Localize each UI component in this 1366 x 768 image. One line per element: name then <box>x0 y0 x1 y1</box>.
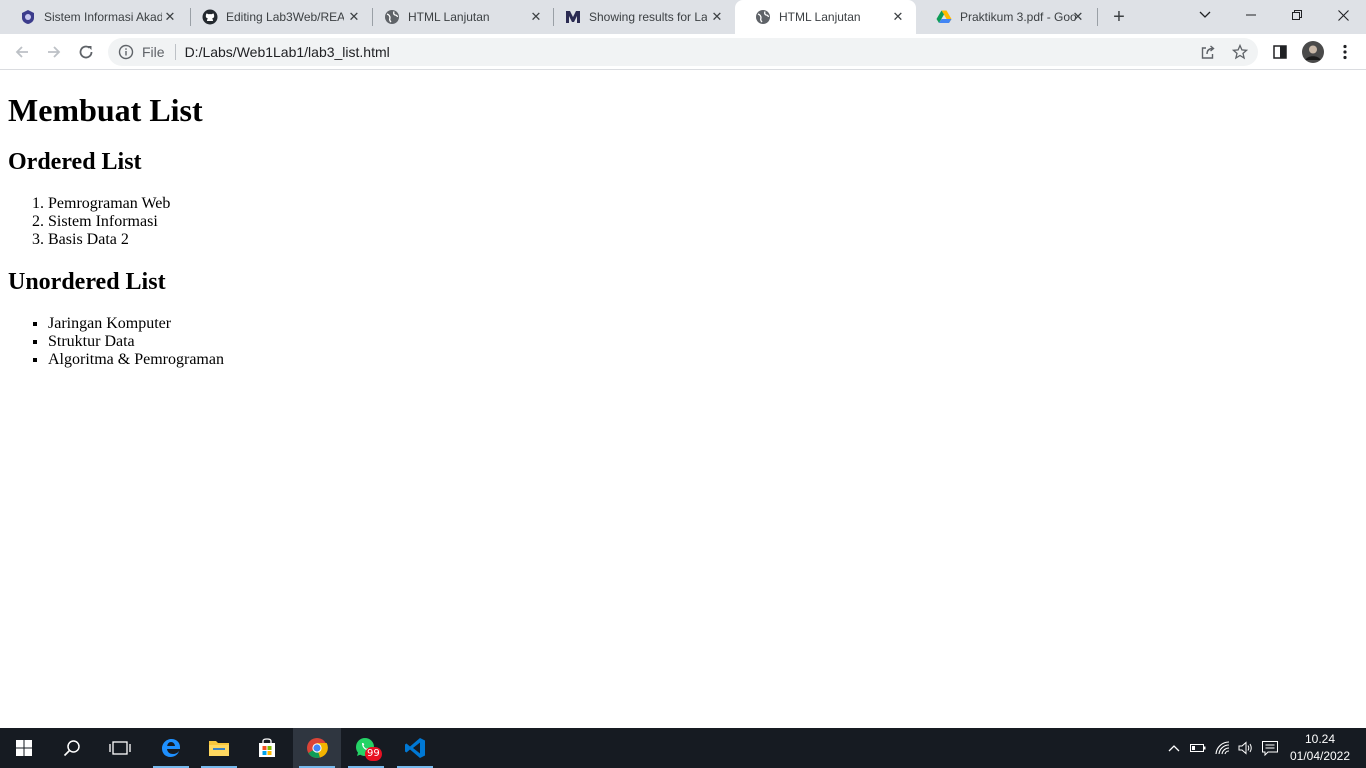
vscode-icon <box>405 738 425 758</box>
close-icon[interactable]: ✕ <box>709 9 725 25</box>
tab-showing-results[interactable]: Showing results for La ✕ <box>545 0 735 34</box>
task-view-button[interactable] <box>96 728 144 768</box>
battery-icon[interactable] <box>1186 728 1210 768</box>
tab-editing-lab3web[interactable]: Editing Lab3Web/REA ✕ <box>182 0 372 34</box>
close-icon[interactable]: ✕ <box>162 9 178 25</box>
restore-button[interactable] <box>1274 0 1320 30</box>
notification-center-icon[interactable] <box>1258 728 1282 768</box>
show-hidden-icons-chevron-icon[interactable] <box>1162 728 1186 768</box>
folder-icon <box>209 741 229 756</box>
url-text[interactable]: D:/Labs/Web1Lab1/lab3_list.html <box>185 44 390 60</box>
side-panel-icon[interactable] <box>1270 42 1290 62</box>
minimize-button[interactable] <box>1228 0 1274 30</box>
close-icon[interactable]: ✕ <box>1070 9 1086 25</box>
search-icon <box>63 740 80 757</box>
reload-icon <box>79 45 93 59</box>
tab-html-lanjutan-1[interactable]: HTML Lanjutan ✕ <box>364 0 554 34</box>
avatar[interactable] <box>1301 40 1325 64</box>
close-window-button[interactable] <box>1320 0 1366 30</box>
globe-icon <box>755 9 771 25</box>
forward-arrow-icon <box>48 46 61 58</box>
list-item: Struktur Data <box>48 333 1358 351</box>
store-taskbar-button[interactable] <box>243 728 291 768</box>
tab-search-chevron-icon[interactable] <box>1182 0 1228 30</box>
reload-button[interactable] <box>72 38 100 66</box>
tab-separator <box>1097 8 1098 26</box>
vscode-taskbar-button[interactable] <box>391 728 439 768</box>
bookmark-star-icon[interactable] <box>1232 44 1248 60</box>
chrome-taskbar-button[interactable] <box>293 728 341 768</box>
close-icon[interactable]: ✕ <box>890 9 906 25</box>
new-tab-button[interactable]: + <box>1108 6 1130 28</box>
close-icon[interactable]: ✕ <box>346 9 362 25</box>
info-icon[interactable] <box>118 44 134 60</box>
omnibox-divider <box>174 44 176 60</box>
list-item: Jaringan Komputer <box>48 315 1358 333</box>
github-icon <box>202 9 218 25</box>
google-drive-icon <box>936 9 952 25</box>
close-icon[interactable]: ✕ <box>528 9 544 25</box>
list-item: Basis Data 2 <box>48 231 1358 249</box>
address-bar[interactable]: File D:/Labs/Web1Lab1/lab3_list.html <box>108 38 1258 66</box>
wifi-icon[interactable] <box>1211 728 1235 768</box>
whatsapp-taskbar-button[interactable]: 99 <box>342 728 390 768</box>
task-view-icon <box>109 741 131 755</box>
campus-crest-icon <box>20 9 36 25</box>
ordered-list-heading: Ordered List <box>8 149 142 175</box>
tab-sistem-informasi[interactable]: Sistem Informasi Akad ✕ <box>0 0 188 34</box>
clock[interactable]: 10.24 01/04/2022 <box>1284 731 1356 765</box>
tab-title: Editing Lab3Web/REA <box>226 10 344 24</box>
edge-icon <box>162 739 180 757</box>
clock-date: 01/04/2022 <box>1289 749 1351 763</box>
file-explorer-taskbar-button[interactable] <box>195 728 243 768</box>
back-button[interactable] <box>8 38 36 66</box>
more-options-icon[interactable] <box>1335 42 1355 62</box>
tab-title: Sistem Informasi Akad <box>44 10 162 24</box>
start-button[interactable] <box>0 728 48 768</box>
page-heading: Membuat List <box>8 92 203 128</box>
ordered-list: Pemrograman Web Sistem Informasi Basis D… <box>8 195 1358 249</box>
windows-logo-icon <box>16 740 32 756</box>
back-arrow-icon <box>15 46 28 58</box>
tab-title: HTML Lanjutan <box>408 10 490 24</box>
page-content: Membuat List Ordered List Pemrograman We… <box>0 71 1366 728</box>
edge-taskbar-button[interactable] <box>147 728 195 768</box>
list-item: Pemrograman Web <box>48 195 1358 213</box>
whatsapp-badge: 99 <box>365 747 382 761</box>
tab-title: HTML Lanjutan <box>779 10 861 24</box>
forward-button[interactable] <box>40 38 68 66</box>
volume-icon[interactable] <box>1234 728 1258 768</box>
browser-toolbar: File D:/Labs/Web1Lab1/lab3_list.html <box>0 34 1366 70</box>
share-icon[interactable] <box>1200 44 1216 60</box>
tab-praktikum-pdf[interactable]: Praktikum 3.pdf - Goo ✕ <box>916 0 1096 34</box>
chrome-icon <box>307 738 328 758</box>
tab-title: Showing results for La <box>589 10 707 24</box>
tab-title: Praktikum 3.pdf - Goo <box>960 10 1077 24</box>
windows-taskbar: 99 10.24 01/04/2022 <box>0 728 1366 768</box>
store-icon <box>259 738 275 757</box>
list-item: Algoritma & Pemrograman <box>48 351 1358 369</box>
unordered-list-heading: Unordered List <box>8 269 166 295</box>
tab-html-lanjutan-active[interactable]: HTML Lanjutan ✕ <box>735 0 916 34</box>
unordered-list: Jaringan Komputer Struktur Data Algoritm… <box>8 315 1358 369</box>
m-logo-icon <box>565 9 581 25</box>
scheme-label: File <box>142 44 165 60</box>
search-button[interactable] <box>48 728 96 768</box>
tab-strip: Sistem Informasi Akad ✕ Editing Lab3Web/… <box>0 0 1366 34</box>
list-item: Sistem Informasi <box>48 213 1358 231</box>
globe-icon <box>384 9 400 25</box>
clock-time: 10.24 <box>1304 732 1336 746</box>
